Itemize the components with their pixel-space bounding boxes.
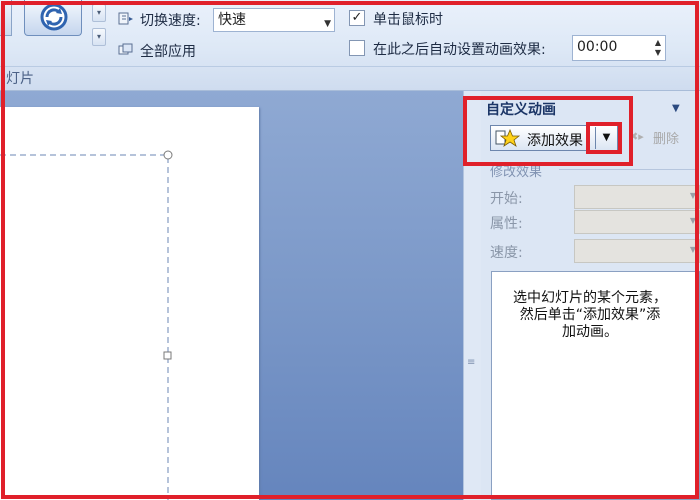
transition-gallery-button[interactable] xyxy=(24,0,82,36)
auto-after-label: 在此之后自动设置动画效果: xyxy=(373,42,546,58)
speed-label: 速度: xyxy=(490,245,523,261)
resize-handle-rotate[interactable] xyxy=(163,150,173,160)
baidu-jingyan-watermark: Bai 经验 jingyan.baidu.com xyxy=(536,420,696,490)
chevron-down-icon: ▼ xyxy=(689,245,696,254)
watermark-cn: 经验 xyxy=(630,436,675,461)
on-mouse-click-label: 单击鼠标时 xyxy=(373,12,443,28)
speed-select[interactable]: ▼ xyxy=(574,239,700,263)
ribbon-group-divider xyxy=(0,66,700,67)
on-mouse-click-checkbox[interactable]: ✓ xyxy=(349,10,365,26)
hint-line: 选中幻灯片的某个元素， xyxy=(513,290,667,306)
task-pane-splitter[interactable]: ≡ xyxy=(463,91,481,500)
delete-icon: ✖▸ xyxy=(629,130,644,143)
slide-editing-area xyxy=(0,91,463,500)
ribbon-button-partial[interactable] xyxy=(0,0,12,36)
placeholder-frame[interactable] xyxy=(0,107,259,500)
grip-icon: ≡ xyxy=(467,357,476,368)
auto-after-checkbox[interactable] xyxy=(349,40,365,56)
pane-title: 自定义动画 xyxy=(486,102,556,118)
resize-handle-right[interactable] xyxy=(163,351,172,360)
pane-options-chevron-icon[interactable]: ▼ xyxy=(672,103,680,114)
modify-effect-section-label: 修改效果 xyxy=(490,165,543,180)
chevron-down-icon: ▼ xyxy=(324,19,331,29)
hint-line: 然后单击“添加效果”添 xyxy=(519,307,661,323)
chevron-down-icon: ▼ xyxy=(689,191,696,200)
delete-label: 删除 xyxy=(653,132,680,147)
add-effect-button[interactable]: 添加效果 ▼ xyxy=(490,125,618,151)
transition-speed-select[interactable]: 快速 ▼ xyxy=(213,8,335,32)
ribbon: ▾ ▾ 切换速度: 快速 ▼ 全部应用 ✓ 单击鼠标时 在此之后自动设置动画效果… xyxy=(0,0,700,91)
spin-up-icon[interactable]: ▲ xyxy=(655,38,661,47)
gallery-more-button[interactable]: ▾ xyxy=(92,28,106,46)
slide-canvas[interactable] xyxy=(0,107,259,500)
add-effect-label: 添加效果 xyxy=(527,133,583,149)
gallery-scroll-up-button[interactable]: ▾ xyxy=(92,4,106,22)
auto-after-time-value: 00:00 xyxy=(577,39,618,55)
apply-all-icon xyxy=(118,43,133,55)
transition-speed-value: 快速 xyxy=(218,12,246,28)
ribbon-group-label: 灯片 xyxy=(6,71,34,87)
watermark-url: jingyan.baidu.com xyxy=(540,464,651,478)
start-label: 开始: xyxy=(490,191,523,207)
hint-line: 加动画。 xyxy=(562,324,618,340)
property-row: 属性: ▼ xyxy=(490,210,700,234)
transition-speed-label: 切换速度: xyxy=(140,13,201,29)
add-effect-dropdown-arrow-icon[interactable]: ▼ xyxy=(595,127,617,149)
apply-all-button[interactable]: 全部应用 xyxy=(140,41,196,61)
watermark-brand: Bai xyxy=(540,426,594,461)
animation-list-hint: 选中幻灯片的某个元素， 然后单击“添加效果”添 加动画。 xyxy=(492,290,688,341)
spin-down-icon[interactable]: ▼ xyxy=(655,48,661,57)
property-select[interactable]: ▼ xyxy=(574,210,700,234)
speed-icon xyxy=(118,12,133,25)
start-select[interactable]: ▼ xyxy=(574,185,700,209)
chevron-down-icon: ▼ xyxy=(689,216,696,225)
gallery-scroll: ▾ ▾ xyxy=(92,4,108,52)
pane-header: 自定义动画 ▼ xyxy=(481,97,700,119)
auto-after-time-input[interactable]: 00:00 ▲ ▼ xyxy=(572,35,666,61)
transition-icon xyxy=(40,3,68,31)
star-effect-icon xyxy=(495,129,521,147)
speed-row: 速度: ▼ xyxy=(490,239,700,263)
start-row: 开始: ▼ xyxy=(490,185,700,209)
section-divider xyxy=(559,169,699,170)
property-label: 属性: xyxy=(490,216,523,232)
